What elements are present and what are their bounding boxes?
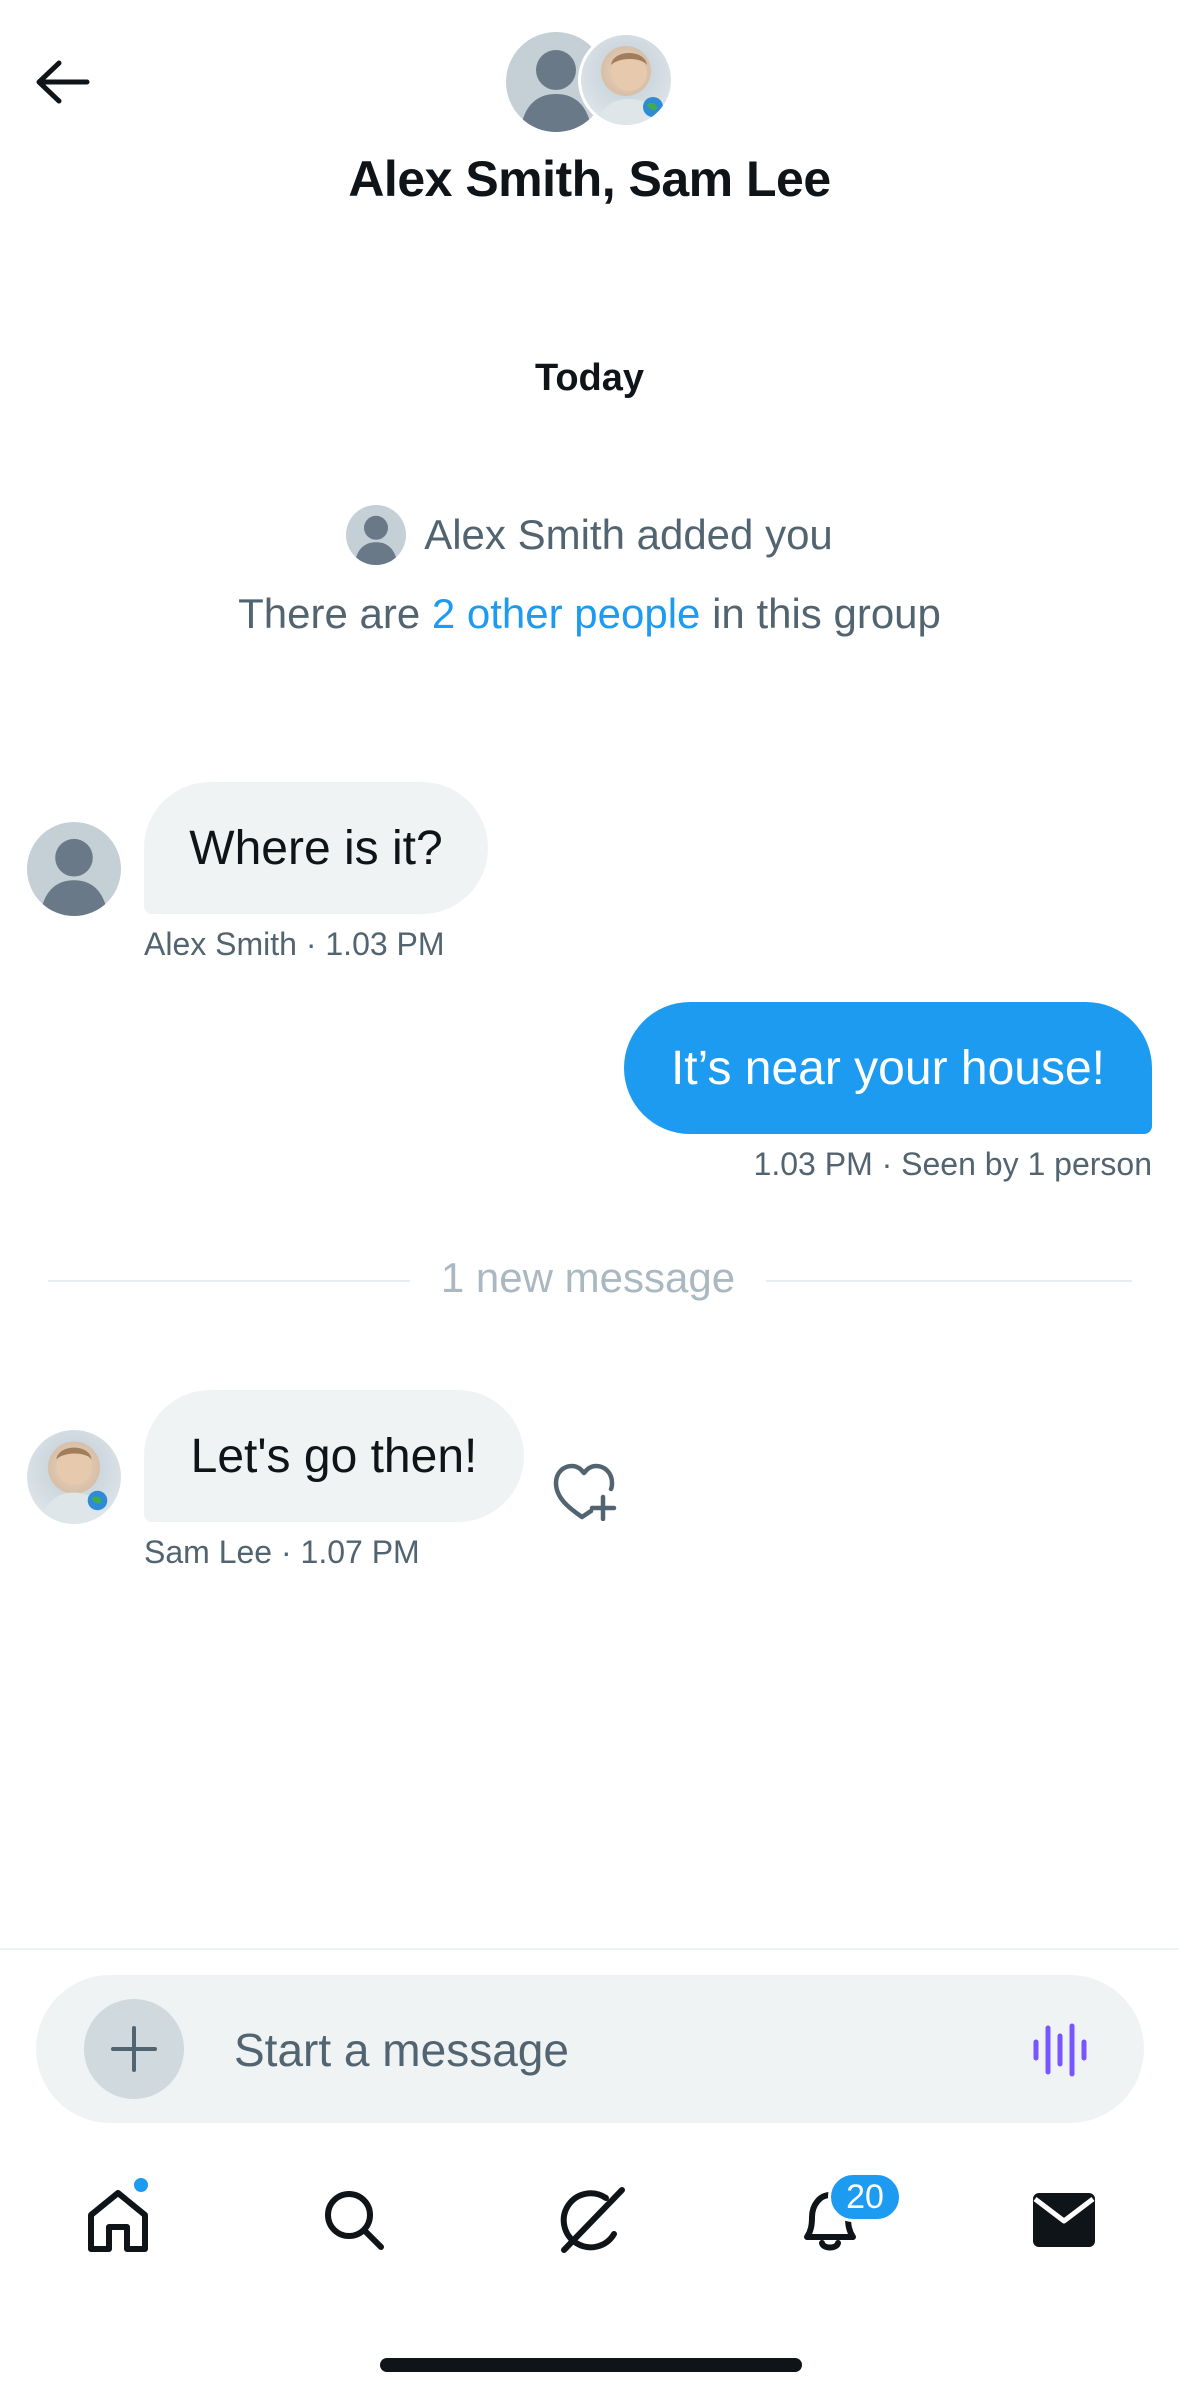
tab-search[interactable]: [294, 2170, 414, 2270]
voice-message-button[interactable]: [1024, 2010, 1096, 2090]
message-meta: Alex Smith · 1.03 PM: [144, 926, 445, 962]
tab-messages[interactable]: [1004, 2170, 1124, 2270]
divider-line: [766, 1280, 1132, 1282]
composer-divider: [0, 1948, 1179, 1950]
system-added-message: Alex Smith added you: [0, 505, 1179, 565]
conversation-title[interactable]: Alex Smith, Sam Lee: [0, 150, 1179, 208]
message-input[interactable]: [234, 2000, 994, 2100]
avatar-small-alex-smith: [346, 505, 407, 565]
new-messages-label: 1 new message: [440, 1254, 736, 1301]
message-bubble-incoming[interactable]: Let's go then!: [144, 1390, 524, 1522]
message-avatar-sam-lee[interactable]: [27, 1430, 121, 1524]
unread-dot: [132, 2176, 150, 2194]
tab-grok[interactable]: [532, 2170, 652, 2270]
notifications-badge: 20: [828, 2172, 902, 2222]
voice-wave-icon: [1033, 2023, 1087, 2077]
grok-icon: [560, 2187, 625, 2253]
default-avatar-icon: [354, 515, 398, 565]
plus-icon: [111, 2026, 157, 2072]
group-avatars[interactable]: [506, 32, 674, 132]
back-arrow-icon: [36, 60, 90, 104]
attach-button[interactable]: [84, 1999, 184, 2099]
back-button[interactable]: [22, 42, 102, 122]
message-bubble-incoming[interactable]: Where is it?: [144, 782, 488, 914]
add-reaction-button[interactable]: [548, 1455, 620, 1527]
avatar-sam-lee: [578, 32, 674, 128]
message-avatar-alex-smith[interactable]: [27, 822, 121, 916]
message-bubble-outgoing[interactable]: It’s near your house!: [624, 1002, 1152, 1134]
tab-home[interactable]: [58, 2170, 178, 2270]
heart-plus-icon: [553, 1463, 617, 1521]
group-info-prefix: There are: [238, 590, 432, 637]
group-members-link[interactable]: 2 other people: [432, 590, 701, 637]
search-icon: [325, 2191, 384, 2250]
home-indicator: [380, 2358, 802, 2372]
person-photo-icon: [596, 53, 663, 125]
default-avatar-icon: [40, 838, 108, 916]
mail-icon: [1033, 2193, 1095, 2247]
day-separator: Today: [534, 357, 645, 399]
message-meta: 1.03 PM · Seen by 1 person: [753, 1146, 1152, 1182]
system-added-text: Alex Smith added you: [424, 511, 833, 558]
message-meta: Sam Lee · 1.07 PM: [144, 1534, 420, 1570]
person-photo-icon: [40, 1447, 108, 1524]
group-info-suffix: in this group: [700, 590, 941, 637]
home-icon: [88, 2190, 148, 2252]
group-info-text: There are 2 other people in this group: [0, 590, 1179, 638]
divider-line: [48, 1280, 410, 1282]
